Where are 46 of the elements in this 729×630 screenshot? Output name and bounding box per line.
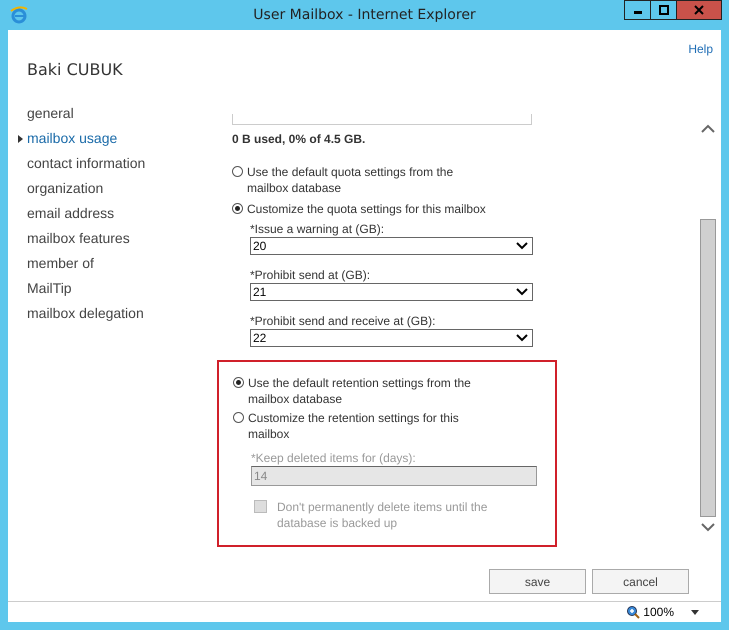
nav-item[interactable]: mailbox features	[27, 230, 217, 255]
dialog-button[interactable]: save	[489, 569, 586, 594]
chevron-up-icon[interactable]	[701, 124, 715, 133]
nav-item[interactable]: email address	[27, 205, 217, 230]
chevron-down-icon	[516, 242, 528, 250]
nav-item[interactable]: general	[27, 105, 217, 130]
nav-item[interactable]: organization	[27, 180, 217, 205]
radio-button[interactable]	[233, 377, 244, 388]
nav-item[interactable]: mailbox delegation	[27, 305, 217, 330]
dropdown[interactable]: 20	[250, 237, 533, 255]
chevron-down-icon	[516, 334, 528, 342]
radio-button[interactable]	[233, 412, 244, 423]
dropdown[interactable]: 21	[250, 283, 533, 301]
nav-item[interactable]: MailTip	[27, 280, 217, 305]
radio-option[interactable]: Use the default quota settings from the mailbox database	[232, 164, 698, 196]
chevron-down-icon[interactable]	[701, 523, 715, 532]
field-label: *Prohibit send at (GB):	[250, 268, 372, 282]
window-title: User Mailbox - Internet Explorer	[252, 7, 477, 23]
radio-option[interactable]: Customize the quota settings for this mailbox	[232, 201, 698, 217]
radio-option[interactable]: Use the default retention settings from the mailbox database	[233, 375, 555, 407]
chevron-down-icon	[516, 288, 528, 296]
radio-option[interactable]: Customize the retention settings for this mailbox	[233, 410, 555, 442]
field-label: *Keep deleted items for (days):	[251, 451, 417, 465]
dropdown[interactable]: 22	[250, 329, 533, 347]
dialog-button[interactable]: cancel	[592, 569, 689, 594]
zoom-level[interactable]: 100%	[643, 605, 674, 619]
pointer-icon	[18, 135, 23, 143]
user-name: Baki CUBUK	[27, 60, 124, 79]
maximize-icon	[658, 5, 668, 15]
dropdown-arrow-icon[interactable]	[691, 610, 699, 614]
nav-item[interactable]: mailbox usage	[27, 130, 217, 155]
maximize-button[interactable]	[650, 0, 677, 20]
zoom-icon[interactable]	[626, 605, 640, 619]
nav-item[interactable]: contact information	[27, 155, 217, 180]
field-label: *Prohibit send and receive at (GB):	[250, 314, 436, 328]
close-button[interactable]	[676, 0, 722, 20]
help-link[interactable]: Help	[688, 42, 713, 58]
radio-button[interactable]	[232, 166, 243, 177]
field-label: *Issue a warning at (GB):	[250, 222, 386, 236]
browser-logo-icon	[9, 5, 29, 25]
radio-button[interactable]	[232, 203, 243, 214]
minimize-button[interactable]	[624, 0, 651, 20]
close-icon	[694, 5, 704, 15]
usage-text: 0 B used, 0% of 4.5 GB.	[232, 132, 366, 146]
nav-item[interactable]: member of	[27, 255, 217, 280]
scrollbar-thumb[interactable]	[700, 219, 716, 517]
